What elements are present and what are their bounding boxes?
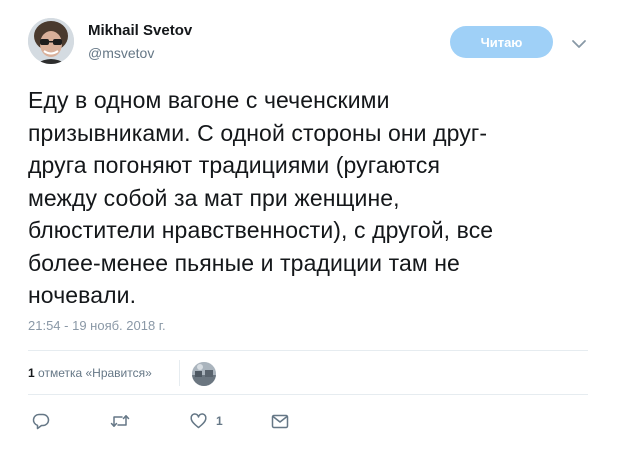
chevron-down-icon[interactable]	[571, 37, 587, 49]
likes-count: 1	[28, 366, 35, 380]
likes-label: отметка «Нравится»	[38, 366, 152, 380]
divider	[28, 394, 588, 395]
envelope-icon	[271, 414, 289, 429]
divider	[28, 350, 588, 351]
like-button[interactable]: 1	[190, 412, 223, 430]
tweet-text: Еду в одном вагоне с чеченскими призывни…	[28, 87, 494, 308]
direct-message-button[interactable]	[271, 412, 289, 430]
vertical-divider	[179, 360, 180, 386]
author-name[interactable]: Mikhail Svetov	[88, 22, 192, 39]
reply-button[interactable]	[32, 412, 50, 430]
following-button[interactable]: Читаю	[450, 26, 553, 58]
like-count: 1	[216, 414, 223, 428]
heart-icon	[190, 413, 207, 429]
liker-avatar[interactable]	[192, 362, 216, 386]
author-avatar[interactable]	[28, 18, 74, 64]
retweet-icon	[110, 413, 130, 429]
reply-icon	[32, 413, 50, 430]
retweet-button[interactable]	[110, 412, 130, 430]
tweet-card: Mikhail Svetov @msvetov Читаю Еду в одно…	[0, 0, 623, 454]
likes-summary[interactable]: 1 отметка «Нравится»	[28, 366, 152, 380]
tweet-timestamp[interactable]: 21:54 - 19 нояб. 2018 г.	[28, 318, 166, 333]
author-handle[interactable]: @msvetov	[88, 45, 154, 61]
